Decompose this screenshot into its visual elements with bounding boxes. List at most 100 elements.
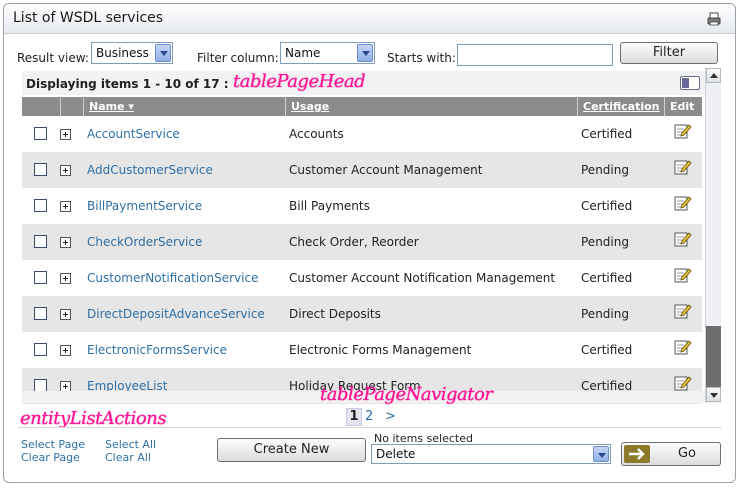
result-view-value: Business bbox=[96, 46, 149, 60]
header-select-column bbox=[22, 97, 60, 116]
page-link-2[interactable]: 2 bbox=[365, 409, 373, 424]
expand-icon[interactable] bbox=[60, 129, 71, 140]
service-certification: Pending bbox=[581, 307, 629, 321]
edit-icon[interactable] bbox=[674, 194, 692, 212]
filter-column-label: Filter column: bbox=[197, 51, 279, 65]
service-usage: Accounts bbox=[289, 127, 344, 141]
row-checkbox[interactable] bbox=[34, 235, 47, 248]
chevron-down-icon[interactable] bbox=[155, 44, 171, 62]
service-usage: Customer Account Notification Management bbox=[289, 271, 556, 285]
column-chooser-icon[interactable] bbox=[680, 76, 700, 90]
service-usage: Check Order, Reorder bbox=[289, 235, 419, 249]
go-button-label: Go bbox=[677, 446, 697, 461]
column-header-name[interactable]: Name ▾ bbox=[83, 97, 283, 116]
service-name-link[interactable]: BillPaymentService bbox=[87, 199, 202, 213]
service-usage: Bill Payments bbox=[289, 199, 370, 213]
scrollbar-thumb[interactable] bbox=[706, 326, 721, 388]
row-checkbox[interactable] bbox=[34, 307, 47, 320]
expand-icon[interactable] bbox=[60, 201, 71, 212]
select-page-link[interactable]: Select Page bbox=[21, 438, 85, 451]
column-header-certification[interactable]: Certification bbox=[577, 97, 664, 116]
expand-icon[interactable] bbox=[60, 237, 71, 248]
service-usage: Direct Deposits bbox=[289, 307, 381, 321]
current-page: 1 bbox=[346, 408, 362, 426]
column-header-usage[interactable]: Usage bbox=[285, 97, 577, 116]
filter-column-value: Name bbox=[285, 46, 321, 60]
display-count: Displaying items 1 - 10 of 17 : bbox=[26, 77, 229, 91]
action-select[interactable]: Delete bbox=[371, 444, 611, 464]
chevron-down-icon[interactable] bbox=[593, 446, 609, 462]
row-checkbox[interactable] bbox=[34, 127, 47, 140]
next-page-link[interactable]: > bbox=[385, 409, 396, 424]
clear-all-link[interactable]: Clear All bbox=[105, 451, 151, 464]
wsdl-services-panel: List of WSDL services Result view: Busin… bbox=[3, 3, 736, 483]
expand-icon[interactable] bbox=[60, 309, 71, 320]
go-button[interactable]: Go bbox=[621, 442, 721, 466]
service-certification: Pending bbox=[581, 163, 629, 177]
edit-icon[interactable] bbox=[674, 338, 692, 356]
service-name-link[interactable]: CheckOrderService bbox=[87, 235, 202, 249]
annotation-table-page-head: tablePageHead bbox=[233, 71, 366, 92]
service-name-link[interactable]: ElectronicFormsService bbox=[87, 343, 227, 357]
table-header: Name ▾ Usage Certification Edit bbox=[22, 97, 702, 116]
column-header-name-label: Name bbox=[89, 100, 125, 113]
vertical-scrollbar[interactable] bbox=[705, 68, 721, 403]
service-usage: Electronic Forms Management bbox=[289, 343, 472, 357]
select-all-link[interactable]: Select All bbox=[105, 438, 156, 451]
starts-with-input[interactable] bbox=[457, 44, 613, 66]
table-row: BillPaymentService Bill Payments Certified bbox=[22, 188, 702, 224]
create-new-button[interactable]: Create New bbox=[217, 438, 366, 462]
row-checkbox[interactable] bbox=[34, 199, 47, 212]
service-certification: Certified bbox=[581, 199, 633, 213]
table-row: CustomerNotificationService Customer Acco… bbox=[22, 260, 702, 296]
column-header-edit: Edit bbox=[664, 97, 702, 116]
edit-icon[interactable] bbox=[674, 230, 692, 248]
filter-row: Result view: Business Filter column: Nam… bbox=[4, 40, 735, 68]
panel-title: List of WSDL services bbox=[13, 10, 164, 26]
row-checkbox[interactable] bbox=[34, 271, 47, 284]
filter-column-select[interactable]: Name bbox=[280, 42, 375, 64]
service-name-link[interactable]: AccountService bbox=[87, 127, 180, 141]
table-row: AccountService Accounts Certified bbox=[22, 116, 702, 152]
service-certification: Pending bbox=[581, 235, 629, 249]
edit-icon[interactable] bbox=[674, 122, 692, 140]
table-row: ElectronicFormsService Electronic Forms M… bbox=[22, 332, 702, 368]
annotation-table-page-navigator: tablePageNavigator bbox=[320, 384, 493, 405]
annotation-entity-list-actions: entityListActions bbox=[20, 408, 167, 429]
service-certification: Certified bbox=[581, 271, 633, 285]
actions-divider bbox=[18, 427, 722, 428]
expand-icon[interactable] bbox=[60, 273, 71, 284]
expand-icon[interactable] bbox=[60, 165, 71, 176]
result-view-select[interactable]: Business bbox=[91, 42, 173, 64]
table-page-head: Displaying items 1 - 10 of 17 : tablePag… bbox=[22, 71, 706, 95]
row-checkbox[interactable] bbox=[34, 343, 47, 356]
chevron-down-icon[interactable] bbox=[357, 44, 373, 62]
starts-with-label: Starts with: bbox=[387, 51, 456, 65]
table-row: AddCustomerService Customer Account Manag… bbox=[22, 152, 702, 188]
service-certification: Certified bbox=[581, 127, 633, 141]
edit-icon[interactable] bbox=[674, 158, 692, 176]
header-expand-column bbox=[60, 97, 83, 116]
arrow-right-icon bbox=[624, 445, 650, 463]
printer-icon[interactable] bbox=[707, 12, 721, 26]
edit-icon[interactable] bbox=[674, 266, 692, 284]
clear-page-link[interactable]: Clear Page bbox=[21, 451, 80, 464]
service-name-link[interactable]: AddCustomerService bbox=[87, 163, 213, 177]
table-row: DirectDepositAdvanceService Direct Deposi… bbox=[22, 296, 702, 332]
edit-icon[interactable] bbox=[674, 374, 692, 392]
title-bar: List of WSDL services bbox=[4, 4, 735, 34]
service-certification: Certified bbox=[581, 343, 633, 357]
row-checkbox[interactable] bbox=[34, 163, 47, 176]
scroll-down-icon[interactable] bbox=[706, 387, 721, 402]
expand-icon[interactable] bbox=[60, 345, 71, 356]
filter-button[interactable]: Filter bbox=[620, 42, 718, 64]
service-usage: Customer Account Management bbox=[289, 163, 483, 177]
result-view-label: Result view: bbox=[17, 51, 89, 65]
service-name-link[interactable]: CustomerNotificationService bbox=[87, 271, 259, 285]
edit-icon[interactable] bbox=[674, 302, 692, 320]
scroll-up-icon[interactable] bbox=[706, 68, 721, 83]
service-name-link[interactable]: DirectDepositAdvanceService bbox=[87, 307, 265, 321]
action-select-value: Delete bbox=[376, 447, 416, 461]
table-row: CheckOrderService Check Order, Reorder Pen… bbox=[22, 224, 702, 260]
sort-descending-icon: ▾ bbox=[128, 100, 134, 113]
